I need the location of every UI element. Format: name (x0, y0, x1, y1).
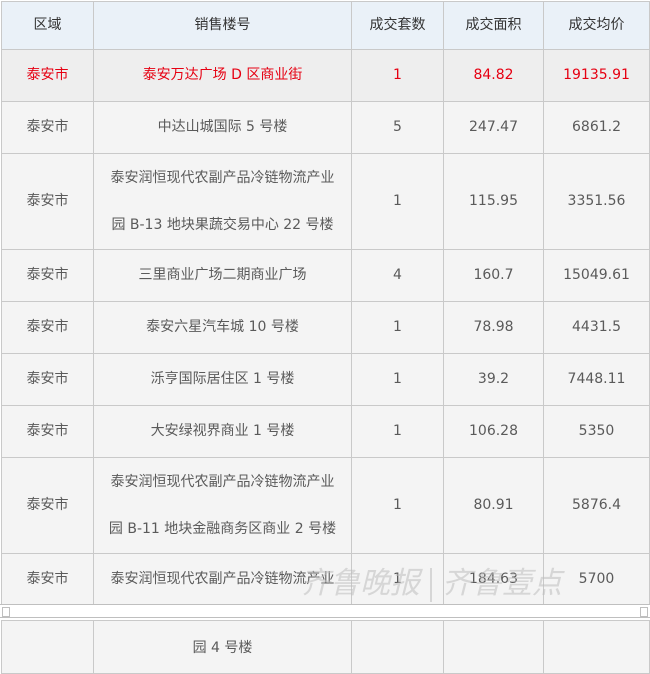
cell-price: 6861.2 (543, 101, 650, 154)
cell-region: 泰安市 (1, 457, 94, 554)
cell-region: 泰安市 (1, 405, 94, 458)
cell-area: 80.91 (443, 457, 544, 554)
table-header-row: 区域 销售楼号 成交套数 成交面积 成交均价 (1, 1, 650, 50)
sales-table: 区域 销售楼号 成交套数 成交面积 成交均价 泰安市 泰安万达广场 D 区商业街… (1, 1, 650, 606)
cell-region: 泰安市 (1, 101, 94, 154)
cell-building-line2: 园 B-11 地块金融商务区商业 2 号楼 (108, 520, 337, 537)
cell-units: 5 (351, 101, 444, 154)
header-units: 成交套数 (351, 1, 444, 50)
cell-area: 84.82 (443, 49, 544, 102)
table-split-divider (0, 604, 650, 618)
cell-building-line1: 泰安润恒现代农副产品冷链物流产业 (110, 473, 335, 490)
cell-units: 1 (351, 457, 444, 554)
cell-area (443, 620, 544, 674)
cell-building: 泰安润恒现代农副产品冷链物流产业 园 B-11 地块金融商务区商业 2 号楼 (93, 457, 352, 554)
cell-building: 园 4 号楼 (93, 620, 352, 674)
cell-building-line1: 泰安润恒现代农副产品冷链物流产业 (110, 169, 335, 186)
table-row: 泰安市 中达山城国际 5 号楼 5 247.47 6861.2 (1, 101, 650, 154)
cell-price: 5350 (543, 405, 650, 458)
header-price: 成交均价 (543, 1, 650, 50)
cell-building: 大安绿视界商业 1 号楼 (93, 405, 352, 458)
cell-building: 泺亨国际居住区 1 号楼 (93, 353, 352, 406)
cell-units: 4 (351, 249, 444, 302)
cell-units: 1 (351, 553, 444, 606)
header-building: 销售楼号 (93, 1, 352, 50)
cell-building: 泰安六星汽车城 10 号楼 (93, 301, 352, 354)
cell-price: 4431.5 (543, 301, 650, 354)
cell-area: 160.7 (443, 249, 544, 302)
table-row: 泰安市 泰安润恒现代农副产品冷链物流产业 1 184.63 5700 (1, 553, 650, 606)
cell-building: 泰安润恒现代农副产品冷链物流产业 园 B-13 地块果蔬交易中心 22 号楼 (93, 153, 352, 250)
cell-price (543, 620, 650, 674)
header-area: 成交面积 (443, 1, 544, 50)
sales-table-continuation: 园 4 号楼 (1, 620, 650, 674)
cell-region: 泰安市 (1, 249, 94, 302)
cell-units: 1 (351, 405, 444, 458)
cell-region: 泰安市 (1, 49, 94, 102)
cell-region: 泰安市 (1, 301, 94, 354)
cell-units: 1 (351, 353, 444, 406)
cell-price: 5700 (543, 553, 650, 606)
cell-region (1, 620, 94, 674)
cell-building: 中达山城国际 5 号楼 (93, 101, 352, 154)
table-row: 泰安市 泰安润恒现代农副产品冷链物流产业 园 B-13 地块果蔬交易中心 22 … (1, 153, 650, 250)
cell-units: 1 (351, 49, 444, 102)
cell-area: 106.28 (443, 405, 544, 458)
cell-area: 247.47 (443, 101, 544, 154)
cell-price: 5876.4 (543, 457, 650, 554)
cell-area: 39.2 (443, 353, 544, 406)
table-row: 泰安市 泰安六星汽车城 10 号楼 1 78.98 4431.5 (1, 301, 650, 354)
cell-area: 184.63 (443, 553, 544, 606)
cell-building-line2: 园 B-13 地块果蔬交易中心 22 号楼 (111, 216, 334, 233)
cell-price: 15049.61 (543, 249, 650, 302)
cell-price: 3351.56 (543, 153, 650, 250)
table-row: 泰安市 泺亨国际居住区 1 号楼 1 39.2 7448.11 (1, 353, 650, 406)
cell-price: 7448.11 (543, 353, 650, 406)
cell-units: 1 (351, 153, 444, 250)
cell-region: 泰安市 (1, 153, 94, 250)
table-row: 泰安市 三里商业广场二期商业广场 4 160.7 15049.61 (1, 249, 650, 302)
cell-building: 泰安润恒现代农副产品冷链物流产业 (93, 553, 352, 606)
table-row: 泰安市 泰安润恒现代农副产品冷链物流产业 园 B-11 地块金融商务区商业 2 … (1, 457, 650, 554)
header-region: 区域 (1, 1, 94, 50)
table-row: 园 4 号楼 (1, 620, 650, 674)
cell-area: 115.95 (443, 153, 544, 250)
cell-building: 泰安万达广场 D 区商业街 (93, 49, 352, 102)
table-row-highlighted: 泰安市 泰安万达广场 D 区商业街 1 84.82 19135.91 (1, 49, 650, 102)
table-row: 泰安市 大安绿视界商业 1 号楼 1 106.28 5350 (1, 405, 650, 458)
cell-building: 三里商业广场二期商业广场 (93, 249, 352, 302)
cell-region: 泰安市 (1, 353, 94, 406)
cell-units: 1 (351, 301, 444, 354)
cell-area: 78.98 (443, 301, 544, 354)
cell-region: 泰安市 (1, 553, 94, 606)
cell-units (351, 620, 444, 674)
cell-price: 19135.91 (543, 49, 650, 102)
